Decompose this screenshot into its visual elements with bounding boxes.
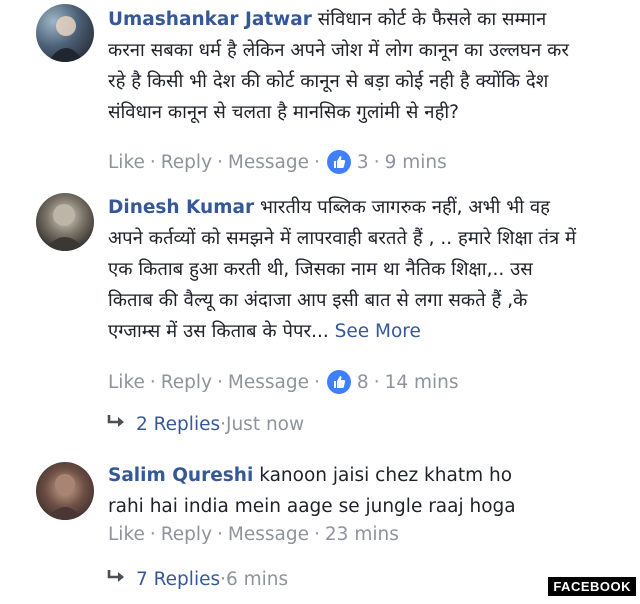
- timestamp: 23 mins: [324, 524, 399, 545]
- like-link[interactable]: Like: [108, 524, 145, 545]
- comment-body: Umashankar Jatwar संविधान कोर्ट के फैसले…: [108, 4, 578, 128]
- avatar[interactable]: [36, 462, 94, 520]
- facebook-watermark: FACEBOOK: [548, 577, 636, 596]
- comment-actions: Like · Reply · Message · 23 mins: [108, 524, 399, 545]
- separator: ·: [149, 371, 156, 393]
- separator: ·: [314, 151, 320, 173]
- reply-link[interactable]: Reply: [161, 372, 212, 393]
- separator: ·: [149, 151, 156, 173]
- separator: ·: [217, 371, 223, 393]
- like-link[interactable]: Like: [108, 152, 145, 173]
- separator: ·: [217, 524, 223, 545]
- reply-link[interactable]: Reply: [161, 524, 212, 545]
- comment-author[interactable]: Dinesh Kumar: [108, 197, 254, 218]
- timestamp: 9 mins: [384, 151, 447, 173]
- avatar[interactable]: [36, 193, 94, 251]
- comment-author[interactable]: Umashankar Jatwar: [108, 9, 312, 30]
- see-more-link[interactable]: See More: [335, 321, 421, 342]
- replies-row[interactable]: 2 Replies · Just now: [106, 413, 304, 436]
- reply-arrow-icon: [106, 568, 136, 591]
- message-link[interactable]: Message: [228, 372, 309, 393]
- separator: ·: [217, 151, 223, 173]
- message-link[interactable]: Message: [228, 152, 309, 173]
- like-icon: [326, 370, 351, 394]
- timestamp: 14 mins: [384, 371, 459, 393]
- message-link[interactable]: Message: [228, 524, 309, 545]
- separator: ·: [373, 371, 380, 393]
- separator: ·: [314, 371, 320, 393]
- like-icon: [326, 150, 351, 174]
- comment-body: Salim Qureshi kanoon jaisi chez khatm ho…: [108, 460, 538, 522]
- like-count: 3: [356, 151, 369, 173]
- separator: ·: [149, 524, 156, 545]
- comment-author[interactable]: Salim Qureshi: [108, 465, 253, 486]
- view-replies-link[interactable]: 2 Replies: [136, 414, 220, 435]
- view-replies-link[interactable]: 7 Replies: [136, 569, 220, 590]
- separator: ·: [373, 151, 380, 173]
- comment-actions: Like · Reply · Message · 3 · 9 mins: [108, 150, 447, 174]
- timestamp: Just now: [226, 414, 305, 435]
- replies-row[interactable]: 7 Replies · 6 mins: [106, 568, 288, 591]
- timestamp: 6 mins: [226, 569, 289, 590]
- reply-arrow-icon: [106, 413, 136, 436]
- comment-body: Dinesh Kumar भारतीय पब्लिक जागरुक नहीं, …: [108, 192, 583, 347]
- avatar[interactable]: [36, 4, 94, 62]
- like-count: 8: [356, 371, 369, 393]
- separator: ·: [314, 524, 320, 545]
- comment-actions: Like · Reply · Message · 8 · 14 mins: [108, 370, 459, 394]
- like-link[interactable]: Like: [108, 372, 145, 393]
- reply-link[interactable]: Reply: [161, 152, 212, 173]
